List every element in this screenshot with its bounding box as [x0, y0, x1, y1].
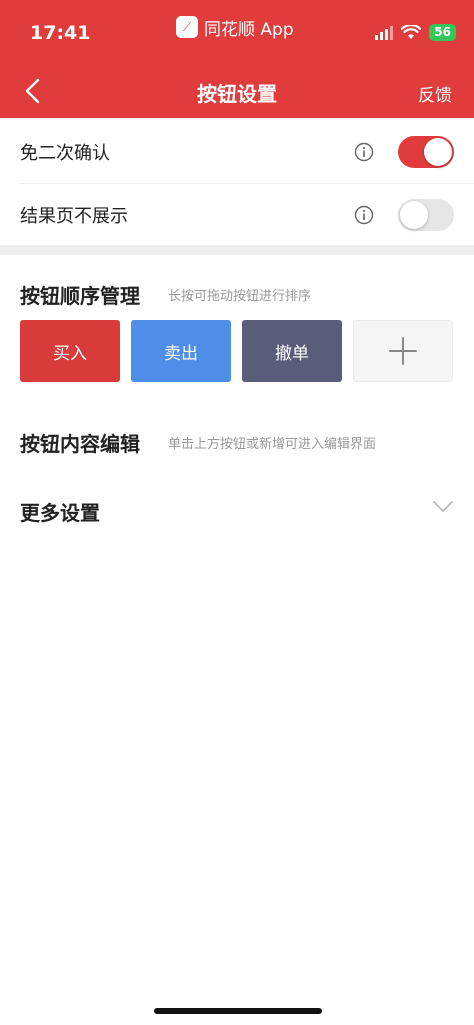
section-separator: [0, 245, 474, 255]
setting-label: 免二次确认: [20, 143, 110, 164]
sell-button-tile[interactable]: 卖出: [131, 320, 231, 382]
hide-result-page-toggle[interactable]: [398, 199, 454, 231]
info-icon[interactable]: [354, 205, 374, 225]
more-settings-title[interactable]: 更多设置: [20, 497, 100, 526]
source-app-name: 同花顺 App: [204, 19, 294, 40]
wifi-icon: [401, 25, 422, 39]
add-button-tile[interactable]: [353, 320, 453, 382]
status-icons: 56: [375, 24, 456, 41]
content-section-title: 按钮内容编辑: [20, 432, 140, 456]
order-section-hint: 长按可拖动按钮进行排序: [168, 289, 312, 304]
order-section-title: 按钮顺序管理: [20, 284, 140, 308]
battery-icon: 56: [429, 24, 456, 41]
chevron-down-icon[interactable]: [432, 500, 454, 514]
setting-row-hide-result-page: 结果页不展示: [20, 184, 454, 246]
page-title: 按钮设置: [197, 82, 277, 106]
feedback-button[interactable]: 反馈: [418, 81, 452, 106]
nav-bar: 按钮设置 反馈: [0, 64, 474, 118]
setting-label: 结果页不展示: [20, 206, 128, 227]
info-icon[interactable]: [354, 142, 374, 162]
setting-row-no-second-confirm: 免二次确认: [20, 121, 454, 183]
cellular-signal-icon: [375, 25, 394, 40]
plus-icon: [389, 337, 417, 365]
status-time: 17:41: [30, 22, 91, 44]
status-bar: 17:41 ⟋ 同花顺 App 56: [0, 0, 474, 64]
app-logo-icon: ⟋: [176, 16, 198, 38]
source-app-indicator[interactable]: ⟋ 同花顺 App: [176, 14, 294, 40]
content-section-hint: 单击上方按钮或新增可进入编辑界面: [168, 437, 377, 452]
no-second-confirm-toggle[interactable]: [398, 136, 454, 168]
cancel-order-button-tile[interactable]: 撤单: [242, 320, 342, 382]
buy-button-tile[interactable]: 买入: [20, 320, 120, 382]
home-indicator[interactable]: [154, 1008, 322, 1014]
